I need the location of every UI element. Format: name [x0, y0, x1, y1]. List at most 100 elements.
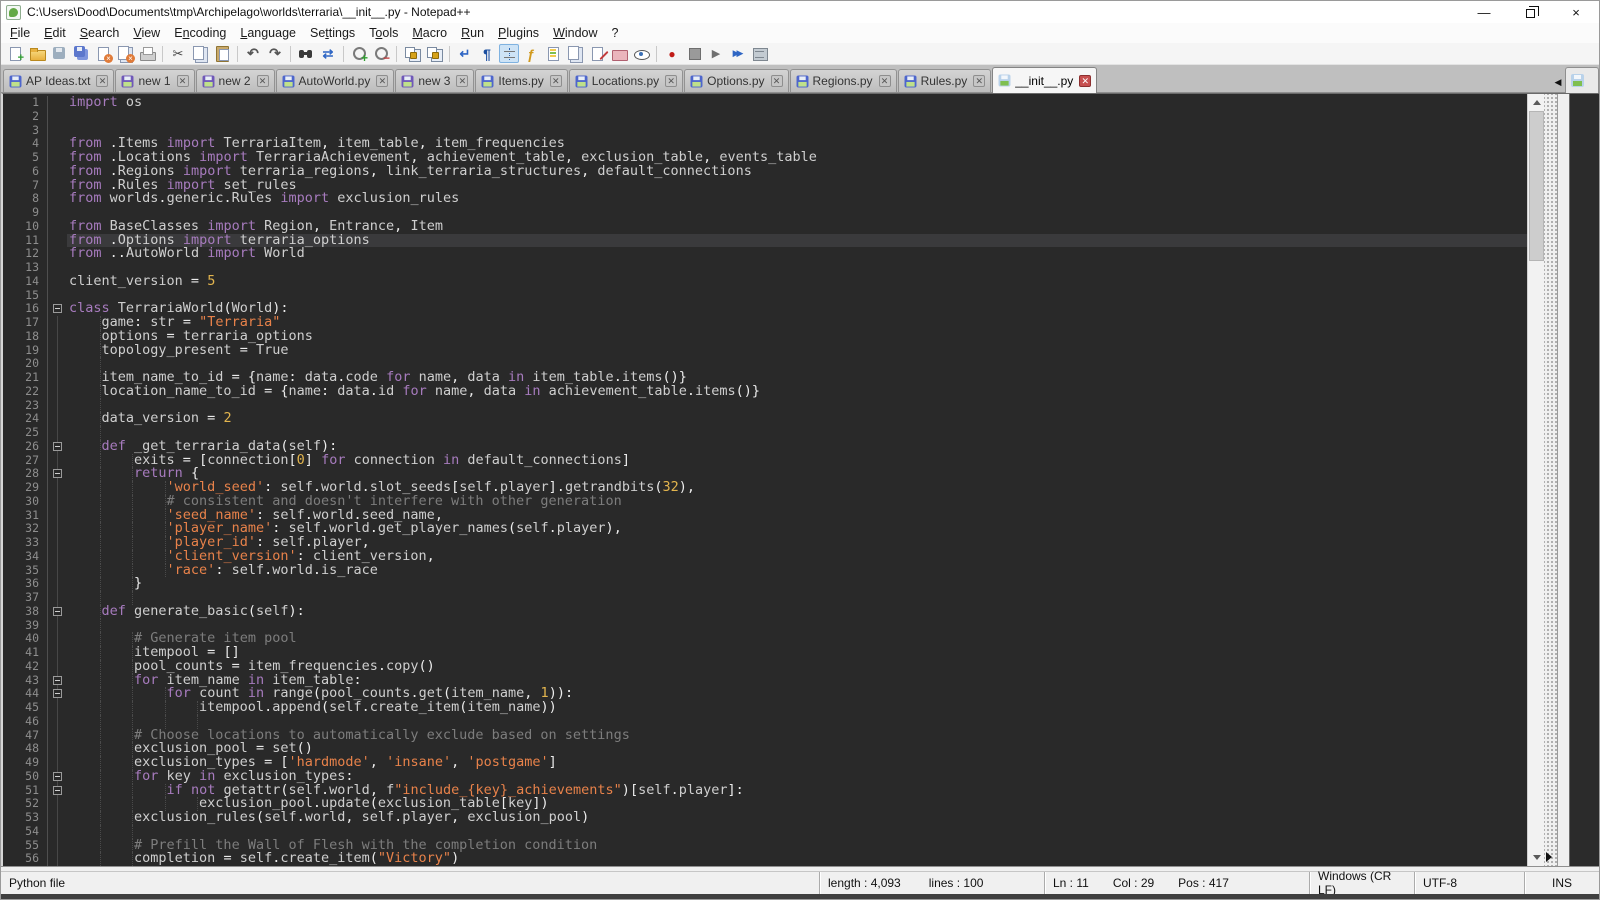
replace-icon[interactable]: ⇄ [318, 44, 338, 63]
tab-options-py[interactable]: Options.py✕ [684, 69, 788, 92]
code-text[interactable]: from worlds.generic.Rules import exclusi… [67, 192, 1527, 206]
menu-plugins[interactable]: Plugins [491, 24, 546, 42]
menu-encoding[interactable]: Encoding [167, 24, 233, 42]
code-line[interactable]: 19 topology_present = True [3, 344, 1527, 358]
tab-new-3[interactable]: new 3✕ [395, 69, 474, 92]
close-all-icon[interactable] [115, 44, 135, 63]
view-splitter[interactable] [1544, 94, 1557, 866]
code-line[interactable]: 45 itempool.append(self.create_item(item… [3, 701, 1527, 715]
sync-horizontal-icon[interactable] [424, 44, 444, 63]
function-list-icon[interactable]: ƒ [521, 44, 541, 63]
code-line[interactable]: 53 exclusion_rules(self.world, self.play… [3, 811, 1527, 825]
new-file-icon[interactable] [5, 44, 25, 63]
save-all-icon[interactable] [71, 44, 91, 63]
tab-new-2[interactable]: new 2✕ [196, 69, 275, 92]
tab-autoworld-py[interactable]: AutoWorld.py✕ [276, 69, 395, 92]
macro-play-icon[interactable]: ▶ [706, 44, 726, 63]
code-line[interactable]: 36 } [3, 577, 1527, 591]
print-icon[interactable] [137, 44, 157, 63]
zoom-out-icon[interactable] [371, 44, 391, 63]
macro-stop-icon[interactable] [684, 44, 704, 63]
sync-vertical-icon[interactable] [402, 44, 422, 63]
code-text[interactable]: from ..AutoWorld import World [67, 247, 1527, 261]
close-button[interactable]: × [1553, 1, 1599, 23]
code-text[interactable]: data_version = 2 [67, 412, 1527, 426]
code-line[interactable]: 2 [3, 110, 1527, 124]
code-text[interactable]: class TerrariaWorld(World): [67, 302, 1527, 316]
fold-collapse-icon[interactable] [53, 469, 62, 478]
menu-edit[interactable]: Edit [37, 24, 73, 42]
menu-file[interactable]: File [3, 24, 37, 42]
tab-rules-py[interactable]: Rules.py✕ [898, 69, 992, 92]
tab-close-icon[interactable]: ✕ [257, 75, 269, 87]
code-text[interactable] [67, 399, 1527, 413]
word-wrap-icon[interactable]: ↵ [455, 44, 475, 63]
tab--init-py[interactable]: __init__.py✕ [992, 67, 1097, 93]
tab-close-icon[interactable]: ✕ [771, 75, 783, 87]
code-text[interactable]: import os [67, 96, 1527, 110]
fold-collapse-icon[interactable] [53, 689, 62, 698]
code-line[interactable]: 13 [3, 261, 1527, 275]
show-all-chars-icon[interactable]: ¶ [477, 44, 497, 63]
zoom-in-icon[interactable] [349, 44, 369, 63]
code-line[interactable]: 38 def generate_basic(self): [3, 605, 1527, 619]
code-text[interactable]: exits = [connection[0] for connection in… [67, 454, 1527, 468]
code-text[interactable]: completion = self.create_item("Victory") [67, 852, 1527, 866]
redo-icon[interactable]: ↷ [265, 44, 285, 63]
folder-as-workspace-icon[interactable] [609, 44, 629, 63]
fold-collapse-icon[interactable] [53, 442, 62, 451]
code-text[interactable]: location_name_to_id = {name: data.id for… [67, 385, 1527, 399]
doc-switcher-icon[interactable] [587, 44, 607, 63]
scrollbar-thumb[interactable] [1529, 111, 1544, 261]
menu-macro[interactable]: Macro [405, 24, 454, 42]
code-line[interactable]: 12from ..AutoWorld import World [3, 247, 1527, 261]
fold-collapse-icon[interactable] [53, 304, 62, 313]
close-file-icon[interactable] [93, 44, 113, 63]
macro-save-icon[interactable] [750, 44, 770, 63]
menu-settings[interactable]: Settings [303, 24, 362, 42]
open-file-icon[interactable] [27, 44, 47, 63]
find-icon[interactable] [296, 44, 316, 63]
tab-items-py[interactable]: Items.py✕ [475, 69, 567, 92]
show-indent-guide-icon[interactable] [499, 44, 519, 63]
menu-run[interactable]: Run [454, 24, 491, 42]
macro-run-multiple-icon[interactable]: ▶▶ [728, 44, 748, 63]
code-line[interactable]: 14client_version = 5 [3, 275, 1527, 289]
code-line[interactable]: 1import os [3, 96, 1527, 110]
code-line[interactable]: 8from worlds.generic.Rules import exclus… [3, 192, 1527, 206]
save-file-icon[interactable] [49, 44, 69, 63]
tab-regions-py[interactable]: Regions.py✕ [790, 69, 897, 92]
undo-icon[interactable]: ↶ [243, 44, 263, 63]
menu-window[interactable]: Window [546, 24, 604, 42]
fold-collapse-icon[interactable] [53, 607, 62, 616]
code-text[interactable]: 'race': self.world.is_race [67, 564, 1527, 578]
menu-tools[interactable]: Tools [362, 24, 405, 42]
menu-?[interactable]: ? [605, 24, 626, 42]
fold-collapse-icon[interactable] [53, 786, 62, 795]
split-view-tab[interactable] [1565, 67, 1599, 93]
code-line[interactable]: 22 location_name_to_id = {name: data.id … [3, 385, 1527, 399]
code-text[interactable] [67, 261, 1527, 275]
code-text[interactable] [67, 110, 1527, 124]
code-text[interactable]: topology_present = True [67, 344, 1527, 358]
scroll-up-button[interactable] [1528, 94, 1545, 111]
restore-button[interactable] [1507, 1, 1553, 23]
fold-collapse-icon[interactable] [53, 772, 62, 781]
tab-close-icon[interactable]: ✕ [973, 75, 985, 87]
tab-close-icon[interactable]: ✕ [879, 75, 891, 87]
vertical-scrollbar[interactable] [1527, 94, 1544, 866]
code-line[interactable]: 24 data_version = 2 [3, 412, 1527, 426]
tab-new-1[interactable]: new 1✕ [115, 69, 194, 92]
doc-map-icon[interactable] [543, 44, 563, 63]
code-text[interactable]: exclusion_rules(self.world, self.player,… [67, 811, 1527, 825]
doc-list-icon[interactable] [565, 44, 585, 63]
tab-close-icon[interactable]: ✕ [456, 75, 468, 87]
code-line[interactable]: 35 'race': self.world.is_race [3, 564, 1527, 578]
tab-close-icon[interactable]: ✕ [96, 75, 108, 87]
code-text[interactable]: # Generate item pool [67, 632, 1527, 646]
code-line[interactable]: 56 completion = self.create_item("Victor… [3, 852, 1527, 866]
code-text[interactable]: itempool.append(self.create_item(item_na… [67, 701, 1527, 715]
minimize-button[interactable]: — [1461, 1, 1507, 23]
code-line[interactable]: 23 [3, 399, 1527, 413]
scroll-down-button[interactable] [1528, 849, 1545, 866]
